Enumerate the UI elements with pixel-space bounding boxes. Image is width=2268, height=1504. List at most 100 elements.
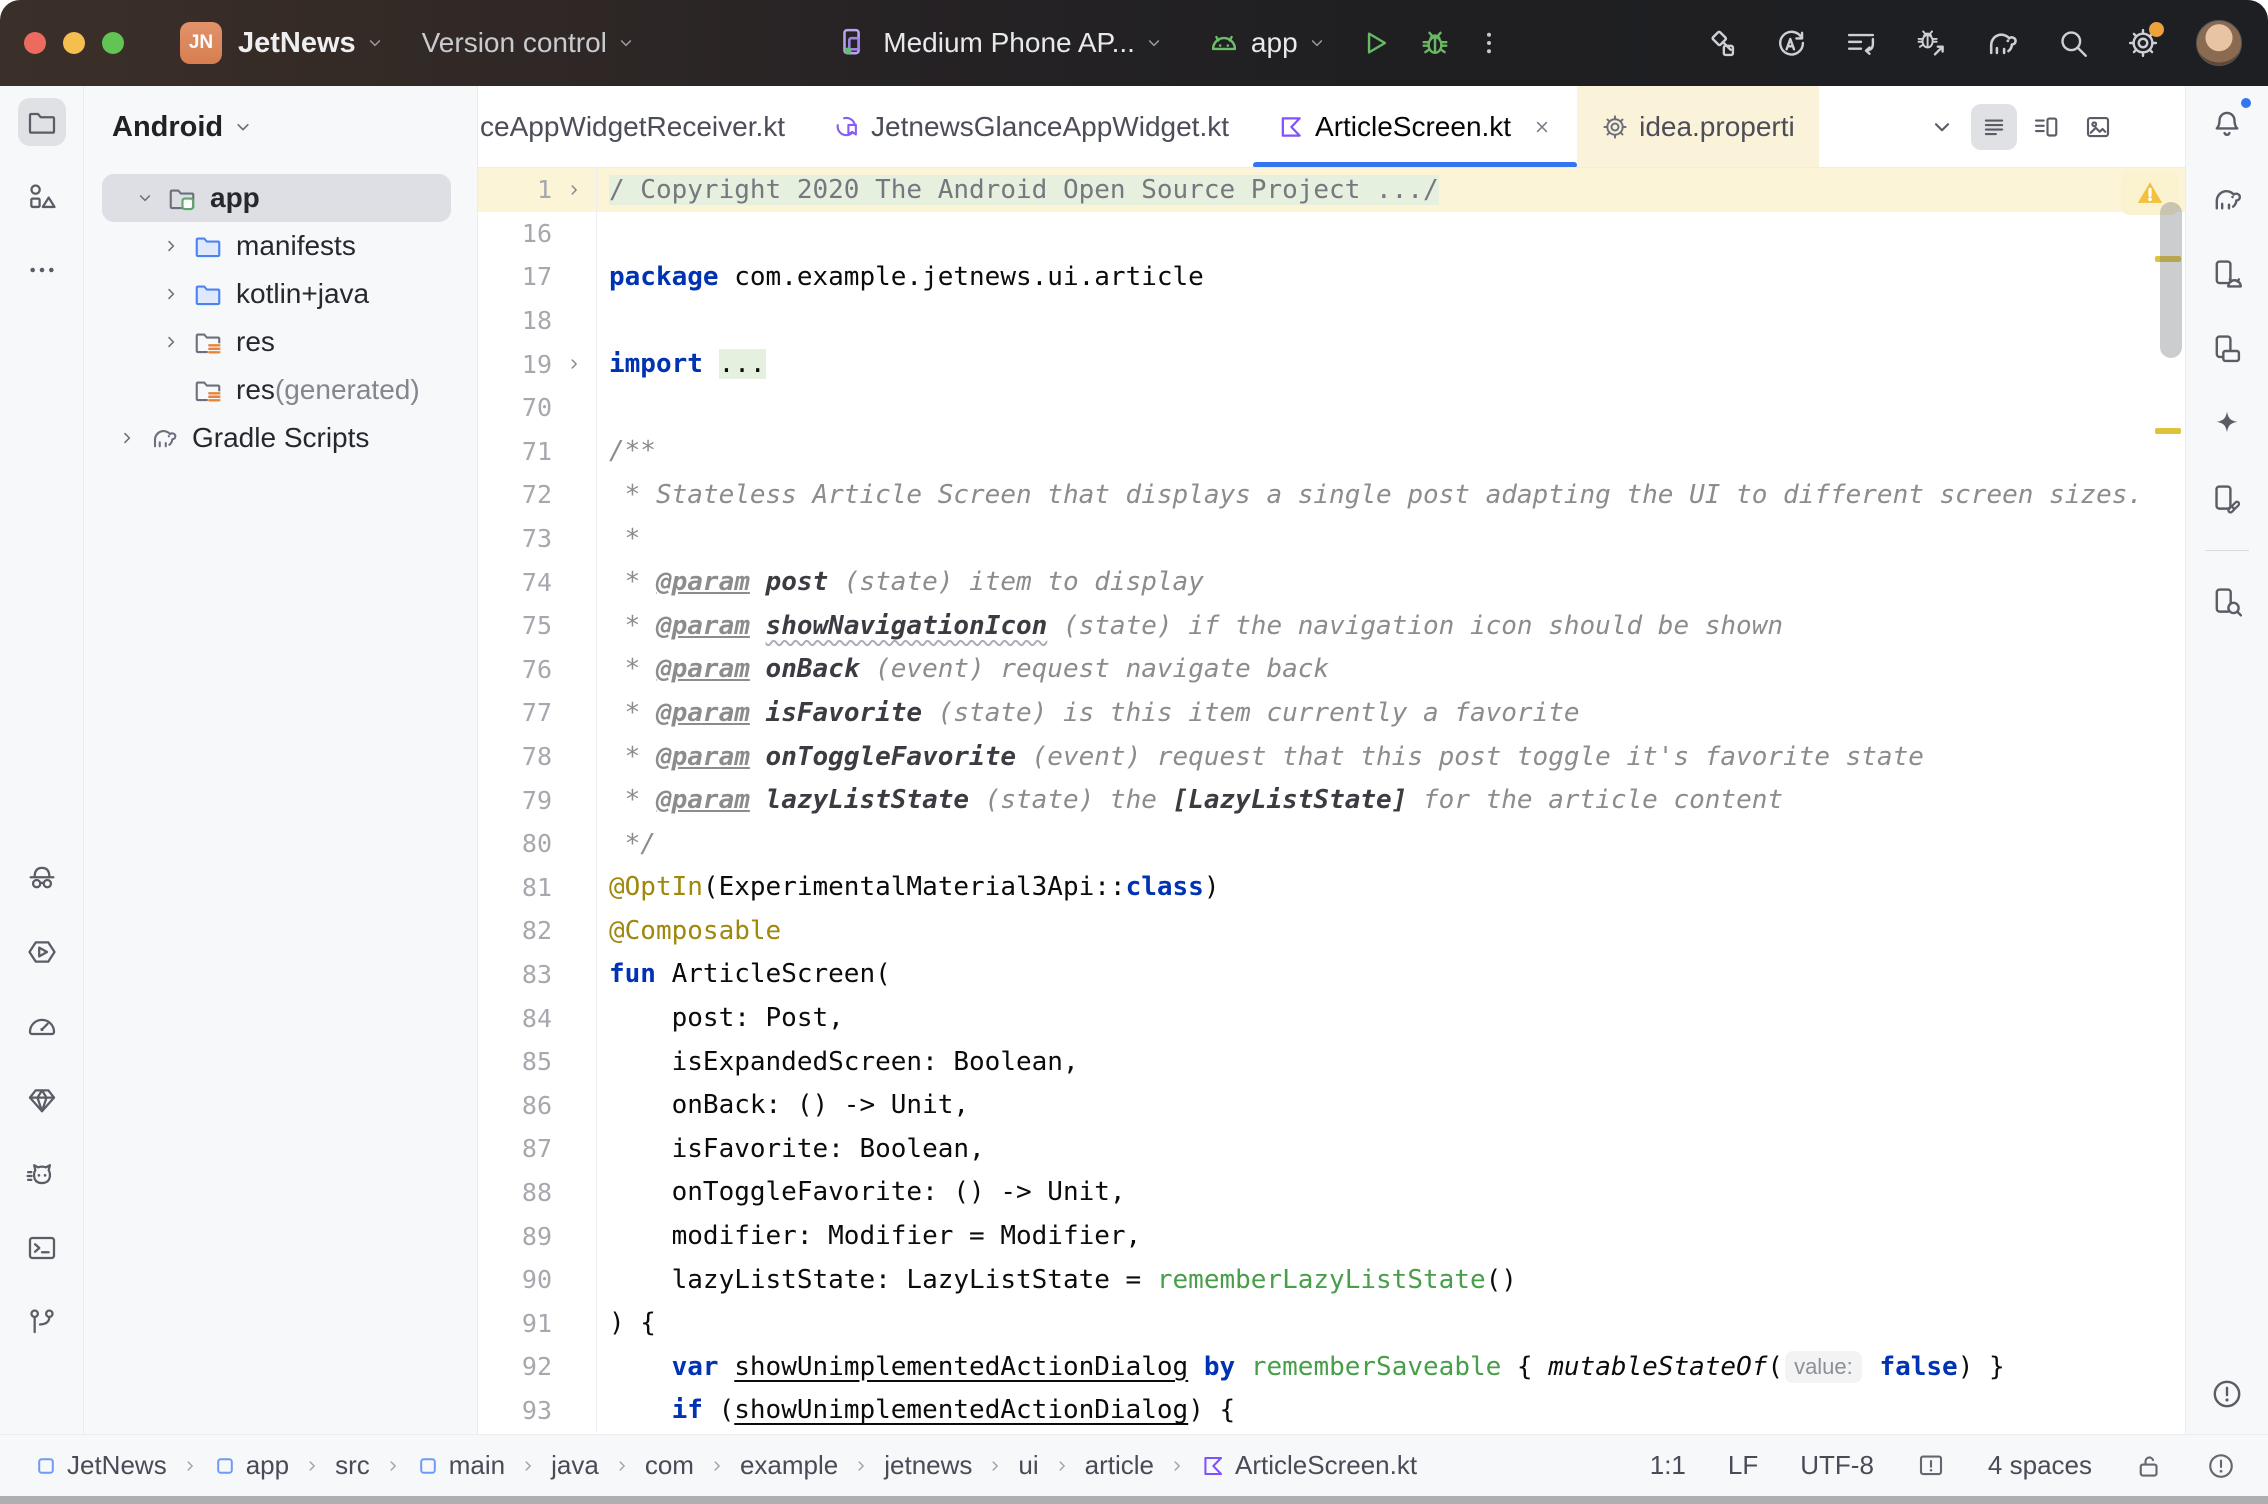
tool-strip-device-explorer[interactable]: [18, 854, 66, 902]
breadcrumb-item-article[interactable]: article: [1085, 1450, 1154, 1481]
tab-idea-properti[interactable]: idea.properti: [1577, 86, 1819, 167]
attach-debugger-icon[interactable]: [1914, 26, 1948, 60]
gradle-sync-icon[interactable]: [1984, 25, 2020, 61]
code-editor[interactable]: 1/ Copyright 2020 The Android Open Sourc…: [478, 168, 2185, 1434]
hidden-tabs[interactable]: [1919, 104, 1965, 150]
tree-item-kotlin-java[interactable]: kotlin+java: [84, 270, 477, 318]
tree-item-app[interactable]: app: [102, 174, 451, 222]
tree-item-res[interactable]: res (generated): [84, 366, 477, 414]
breadcrumb-item-java[interactable]: java: [551, 1450, 599, 1481]
tool-strip-project[interactable]: [18, 98, 66, 146]
breadcrumb-item-example[interactable]: example: [740, 1450, 838, 1481]
tool-strip-problems[interactable]: [2203, 1370, 2251, 1418]
settings-gear-icon[interactable]: [2126, 26, 2160, 60]
tree-item-res[interactable]: res: [84, 318, 477, 366]
problems-icon[interactable]: [2206, 1451, 2236, 1481]
run-button[interactable]: [1358, 26, 1392, 60]
warning-stripe-mark[interactable]: [2155, 428, 2181, 434]
tree-item-manifests[interactable]: manifests: [84, 222, 477, 270]
tab-articlescreen-kt[interactable]: ArticleScreen.kt: [1253, 86, 1577, 167]
chevron-right-icon[interactable]: [152, 235, 190, 257]
chevron-down-icon[interactable]: [364, 32, 386, 54]
tool-strip-resource-manager[interactable]: [18, 172, 66, 220]
breadcrumb-item-jetnews[interactable]: jetnews: [884, 1450, 972, 1481]
breadcrumb-separator: [518, 1456, 538, 1476]
caret-position[interactable]: 1:1: [1650, 1450, 1686, 1481]
tool-strip-device-mirroring[interactable]: [2203, 475, 2251, 523]
code-line-84: 84 post: Post,: [478, 996, 2185, 1040]
debug-button[interactable]: [1418, 26, 1452, 60]
tool-strip-gradle[interactable]: [2203, 175, 2251, 223]
chevron-right-icon[interactable]: [152, 331, 190, 353]
tool-strip-app-quality-insights[interactable]: [18, 1076, 66, 1124]
more-actions-icon[interactable]: [1474, 28, 1504, 58]
tool-strip-terminal[interactable]: [18, 1224, 66, 1272]
version-control-menu[interactable]: Version control: [422, 27, 607, 59]
breadcrumb-item-src[interactable]: src: [335, 1450, 370, 1481]
split-editor[interactable]: [2023, 104, 2069, 150]
chevron-down-icon[interactable]: [1143, 32, 1165, 54]
device-phone-icon[interactable]: [837, 25, 873, 61]
tab-ceappwidgetreceiver-kt[interactable]: ceAppWidgetReceiver.kt: [478, 86, 809, 167]
tree-item-gradle-scripts[interactable]: Gradle Scripts: [84, 414, 477, 462]
token-p: (: [1767, 1352, 1783, 1382]
chevron-down-icon[interactable]: [1306, 32, 1328, 54]
tool-strip-device-manager[interactable]: [2203, 250, 2251, 298]
code-line-77: 77 * @param isFavorite (state) is this i…: [478, 691, 2185, 735]
line-ending[interactable]: LF: [1728, 1450, 1758, 1481]
tool-strip-more-tool-windows[interactable]: [18, 246, 66, 294]
breadcrumb-item-articlescreen-kt[interactable]: ArticleScreen.kt: [1200, 1450, 1417, 1481]
project-name[interactable]: JetNews: [238, 27, 356, 60]
editor-options[interactable]: [2127, 104, 2173, 150]
editor-list-view[interactable]: [1971, 104, 2017, 150]
code-line-93: 93 if (showUnimplementedActionDialog) {: [478, 1389, 2185, 1433]
chevron-down-icon[interactable]: [126, 187, 164, 209]
file-encoding[interactable]: UTF-8: [1800, 1450, 1874, 1481]
project-view-selector[interactable]: Android: [112, 111, 223, 144]
tool-strip-running-devices-panel[interactable]: [2203, 325, 2251, 373]
breadcrumb-label: com: [645, 1450, 694, 1481]
search-icon[interactable]: [2056, 26, 2090, 60]
tool-strip-running-devices[interactable]: [18, 928, 66, 976]
maximize-window-button[interactable]: [102, 32, 124, 54]
tool-strip-version-control[interactable]: [18, 1298, 66, 1346]
chevron-right-icon[interactable]: [152, 283, 190, 305]
token-k: import: [609, 349, 703, 379]
chevron-down-icon[interactable]: [231, 115, 255, 139]
breadcrumb-item-main[interactable]: main: [416, 1450, 505, 1481]
apply-code-changes-icon[interactable]: [1844, 26, 1878, 60]
close-window-button[interactable]: [24, 32, 46, 54]
tool-strip-app-inspection[interactable]: [2203, 578, 2251, 626]
tool-strip-logcat[interactable]: [18, 1150, 66, 1198]
minimize-window-button[interactable]: [63, 32, 85, 54]
close-icon[interactable]: [1531, 116, 1553, 138]
tool-strip-gemini[interactable]: [2203, 400, 2251, 448]
indent-setting[interactable]: 4 spaces: [1988, 1450, 2092, 1481]
fold-arrow-icon[interactable]: [552, 180, 596, 200]
chevron-right-icon[interactable]: [108, 427, 146, 449]
tab-label: ceAppWidgetReceiver.kt: [480, 111, 785, 143]
alert-box-icon[interactable]: [1916, 1451, 1946, 1481]
preview[interactable]: [2075, 104, 2121, 150]
build-hammer-icon[interactable]: [1704, 26, 1738, 60]
editor-scrollbar[interactable]: [2160, 202, 2182, 358]
token-p: [609, 1352, 672, 1382]
main-toolbar-right: [1704, 20, 2242, 66]
breadcrumb-item-ui[interactable]: ui: [1018, 1450, 1038, 1481]
chevron-down-icon[interactable]: [615, 32, 637, 54]
breadcrumb-item-app[interactable]: app: [213, 1450, 289, 1481]
avatar[interactable]: [2196, 20, 2242, 66]
run-configuration[interactable]: app: [1251, 27, 1298, 59]
tool-strip-notifications[interactable]: [2203, 100, 2251, 148]
breadcrumb-item-jetnews[interactable]: JetNews: [34, 1450, 167, 1481]
tab-jetnewsglanceappwidget-kt[interactable]: JetnewsGlanceAppWidget.kt: [809, 86, 1253, 167]
android-head-icon[interactable]: [1207, 26, 1241, 60]
line-number: 74: [478, 568, 552, 597]
tool-strip-profiler[interactable]: [18, 1002, 66, 1050]
device-selector[interactable]: Medium Phone AP...: [883, 27, 1135, 59]
sync-restart-icon[interactable]: [1774, 26, 1808, 60]
folder-blue-icon: [190, 231, 226, 261]
fold-arrow-icon[interactable]: [552, 354, 596, 374]
breadcrumb-item-com[interactable]: com: [645, 1450, 694, 1481]
unlock-icon[interactable]: [2134, 1451, 2164, 1481]
